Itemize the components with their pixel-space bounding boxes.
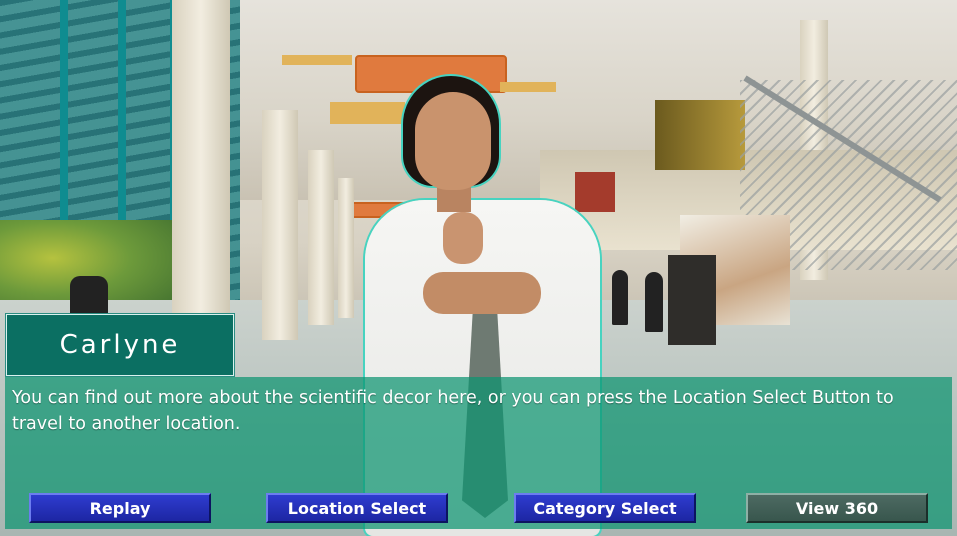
ceiling-light	[282, 55, 352, 65]
replay-button[interactable]: Replay	[29, 493, 211, 523]
wall-banner	[655, 100, 745, 170]
pillar	[338, 178, 354, 318]
character-arm	[423, 272, 541, 314]
background-person	[612, 270, 628, 325]
speaker-nameplate: Carlyne	[6, 314, 234, 376]
pillar	[172, 0, 230, 320]
pillar	[308, 150, 334, 325]
view-360-button[interactable]: View 360	[746, 493, 928, 523]
category-select-button[interactable]: Category Select	[514, 493, 696, 523]
pillar	[262, 110, 298, 340]
speaker-name: Carlyne	[59, 330, 181, 360]
character-hand	[443, 212, 483, 264]
character-face	[415, 92, 491, 190]
dialog-text: You can find out more about the scientif…	[12, 388, 894, 434]
background-person	[70, 276, 108, 316]
science-exhibit	[668, 255, 716, 345]
location-select-button[interactable]: Location Select	[266, 493, 448, 523]
background-person	[645, 272, 663, 332]
